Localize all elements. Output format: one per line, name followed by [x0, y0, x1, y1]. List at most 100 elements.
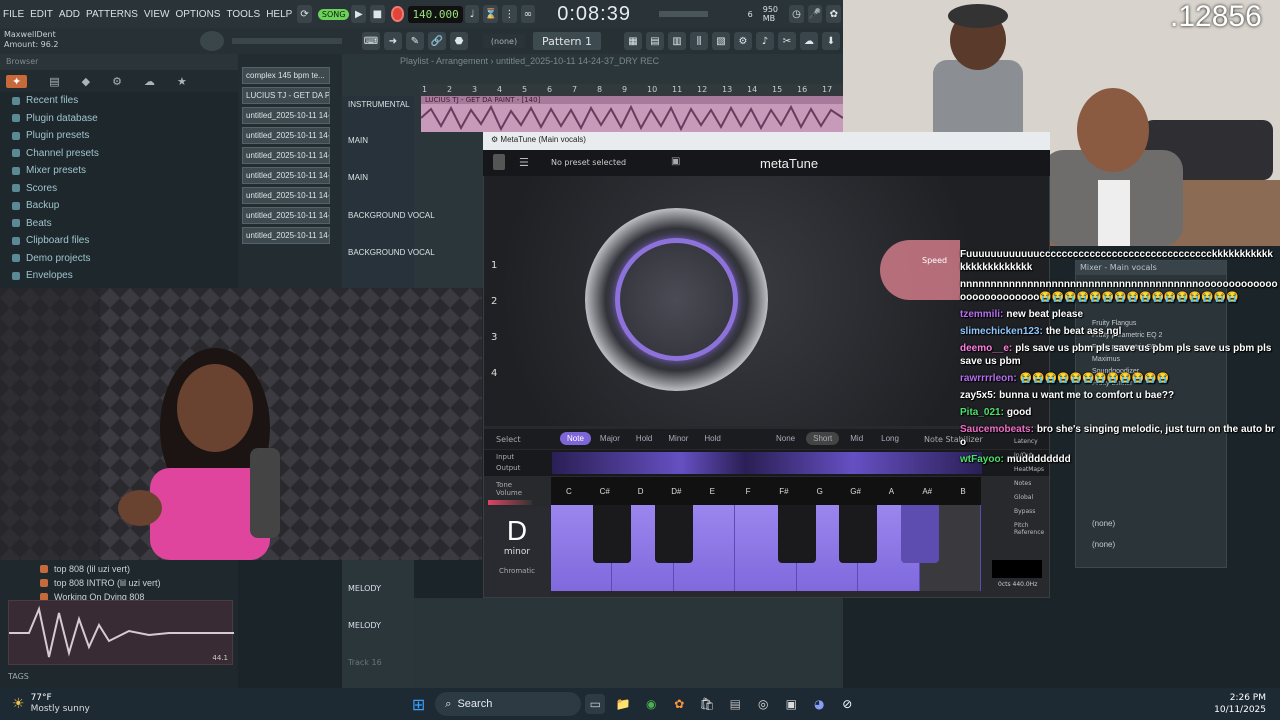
channel-button[interactable]: untitled_2025-10-11 14-... — [242, 147, 330, 164]
mic-icon[interactable]: 🎤 — [807, 5, 823, 23]
record-button[interactable] — [390, 6, 405, 22]
scale-minor-hold[interactable]: Hold — [697, 432, 727, 445]
plugin-icon[interactable]: ⚙ — [734, 32, 752, 50]
black-key[interactable] — [593, 505, 632, 563]
fruit-icon[interactable]: ✿ — [826, 5, 842, 23]
browser-icon[interactable]: ▧ — [712, 32, 730, 50]
sample-preview[interactable]: 44.1 — [8, 600, 234, 665]
taskbar-search[interactable]: ⌕ Search — [435, 692, 582, 716]
blend-icon[interactable]: ∞ — [520, 5, 536, 23]
metronome-icon[interactable]: ♩ — [464, 5, 480, 23]
loop-icon[interactable]: ⟳ — [297, 5, 312, 23]
channel-button[interactable]: LUCIUS TJ - GET DA P... — [242, 87, 330, 104]
chat-username[interactable]: Saucemobeats: — [960, 424, 1034, 435]
chat-username[interactable]: slimechicken123: — [960, 326, 1043, 337]
browser-item[interactable]: Mixer presets — [0, 162, 238, 180]
arrow-icon[interactable]: ➜ — [384, 32, 402, 50]
channel-button[interactable]: untitled_2025-10-11 14-... — [242, 207, 330, 224]
channel-button[interactable]: untitled_2025-10-11 14-... — [242, 187, 330, 204]
app-icon[interactable]: ▤ — [725, 694, 745, 714]
fl-studio-icon[interactable]: ✿ — [669, 694, 689, 714]
link-icon[interactable]: 🔗 — [428, 32, 446, 50]
speed-short[interactable]: Short — [806, 432, 840, 445]
tempo-tapper-icon[interactable]: ♪ — [756, 32, 774, 50]
speed-mid[interactable]: Mid — [843, 432, 870, 445]
browser-gear-icon[interactable]: ⚙ — [112, 75, 122, 88]
speed-none[interactable]: None — [769, 432, 802, 445]
store-icon[interactable]: 🛍 — [697, 694, 717, 714]
browser-plugins-icon[interactable]: ◆ — [82, 75, 90, 88]
playlist-grid-bottom[interactable] — [414, 598, 843, 688]
track-label[interactable]: INSTRUMENTAL — [348, 100, 410, 109]
chat-username[interactable]: zay5x5: — [960, 390, 996, 401]
wait-icon[interactable]: ⌛ — [483, 5, 499, 23]
mixer-send-2[interactable]: (none) — [1076, 540, 1226, 551]
black-key[interactable] — [777, 505, 816, 563]
cpu-icon[interactable]: ◷ — [789, 5, 804, 23]
song-mode-toggle[interactable]: SONG — [317, 8, 350, 20]
playlist-ruler[interactable]: 1 2 3 4 5 6 7 8 9 10 11 12 13 14 15 16 17 — [420, 84, 843, 96]
melody-track-1[interactable]: MELODY — [342, 560, 414, 593]
pitch-reference-field[interactable] — [992, 560, 1042, 578]
browser-item[interactable]: Demo projects — [0, 250, 238, 268]
mixer-icon[interactable]: ⫼ — [690, 32, 708, 50]
browser-item[interactable]: Channel presets — [0, 145, 238, 163]
pattern-selector[interactable]: Pattern 1 — [533, 32, 601, 50]
scale-minor[interactable]: Minor — [661, 432, 695, 445]
cloud-icon[interactable]: ☁ — [800, 32, 818, 50]
menu-help[interactable]: HELP — [263, 9, 295, 20]
menu-patterns[interactable]: PATTERNS — [83, 9, 141, 20]
windows-start-icon[interactable]: ⊞ — [412, 695, 425, 714]
app-2-icon[interactable]: ⊘ — [837, 694, 857, 714]
stop-button[interactable]: ■ — [370, 5, 385, 23]
speed-long[interactable]: Long — [874, 432, 906, 445]
taskbar-clock[interactable]: 2:26 PM 10/11/2025 — [1214, 692, 1266, 716]
browser-all-icon[interactable]: ✦ — [6, 74, 28, 88]
chat-username[interactable]: wtFayoo: — [960, 454, 1004, 465]
menu-tools[interactable]: TOOLS — [223, 9, 263, 20]
menu-edit[interactable]: EDIT — [27, 9, 56, 20]
file-explorer-icon[interactable]: 📁 — [613, 694, 633, 714]
chat-username[interactable]: deemo__e: — [960, 343, 1012, 354]
playlist-icon[interactable]: ▦ — [624, 32, 642, 50]
tempo-display[interactable]: 140.000 — [408, 5, 463, 23]
track-label[interactable]: BACKGROUND VOCAL — [348, 211, 435, 220]
sample-item[interactable]: top 808 INTRO (lil uzi vert) — [0, 576, 238, 590]
obs-icon[interactable]: ◎ — [753, 694, 773, 714]
keyboard-icon[interactable]: ⌨ — [362, 32, 380, 50]
step-icon[interactable]: ⋮ — [502, 5, 517, 23]
gear-icon[interactable]: ⚙ — [491, 135, 498, 144]
store-icon[interactable]: ⬇ — [822, 32, 840, 50]
black-key[interactable] — [654, 505, 693, 563]
browser-item[interactable]: Scores — [0, 180, 238, 198]
browser-files-icon[interactable]: ▤ — [49, 75, 59, 88]
play-button[interactable]: ▶ — [351, 5, 367, 23]
chromatic-button[interactable]: Chromatic — [484, 567, 550, 575]
window-icon[interactable]: ▣ — [781, 694, 801, 714]
browser-item[interactable]: Recent files — [0, 92, 238, 110]
scale-major-hold[interactable]: Hold — [629, 432, 659, 445]
channel-button[interactable]: complex 145 bpm te... — [242, 67, 330, 84]
menu-options[interactable]: OPTIONS — [172, 9, 223, 20]
browser-item[interactable]: Envelopes — [0, 267, 238, 285]
browser-cloud-icon[interactable]: ☁ — [144, 75, 155, 88]
master-pitch-slider[interactable] — [232, 38, 342, 44]
chrome-icon[interactable]: ◉ — [641, 694, 661, 714]
master-volume-slider[interactable] — [658, 11, 708, 17]
pitch-knob[interactable] — [200, 31, 224, 51]
menu-icon[interactable]: ☰ — [519, 156, 529, 169]
menu-add[interactable]: ADD — [56, 9, 83, 20]
chat-username[interactable]: Pita_021: — [960, 407, 1004, 418]
metatune-titlebar[interactable]: ⚙ MetaTune (Main vocals) — [483, 132, 1050, 150]
menu-file[interactable]: FILE — [0, 9, 27, 20]
menu-view[interactable]: VIEW — [141, 9, 173, 20]
piano-roll-icon[interactable]: ▥ — [668, 32, 686, 50]
channel-rack-icon[interactable]: ▤ — [646, 32, 664, 50]
browser-item[interactable]: Clipboard files — [0, 232, 238, 250]
pickup-icon[interactable]: ✂ — [778, 32, 796, 50]
chat-username[interactable]: rawrrrrleon: — [960, 373, 1017, 384]
black-key[interactable] — [839, 505, 878, 563]
scale-major[interactable]: Major — [593, 432, 627, 445]
preset-name[interactable]: No preset selected — [551, 158, 626, 167]
browser-item[interactable]: Plugin presets — [0, 127, 238, 145]
